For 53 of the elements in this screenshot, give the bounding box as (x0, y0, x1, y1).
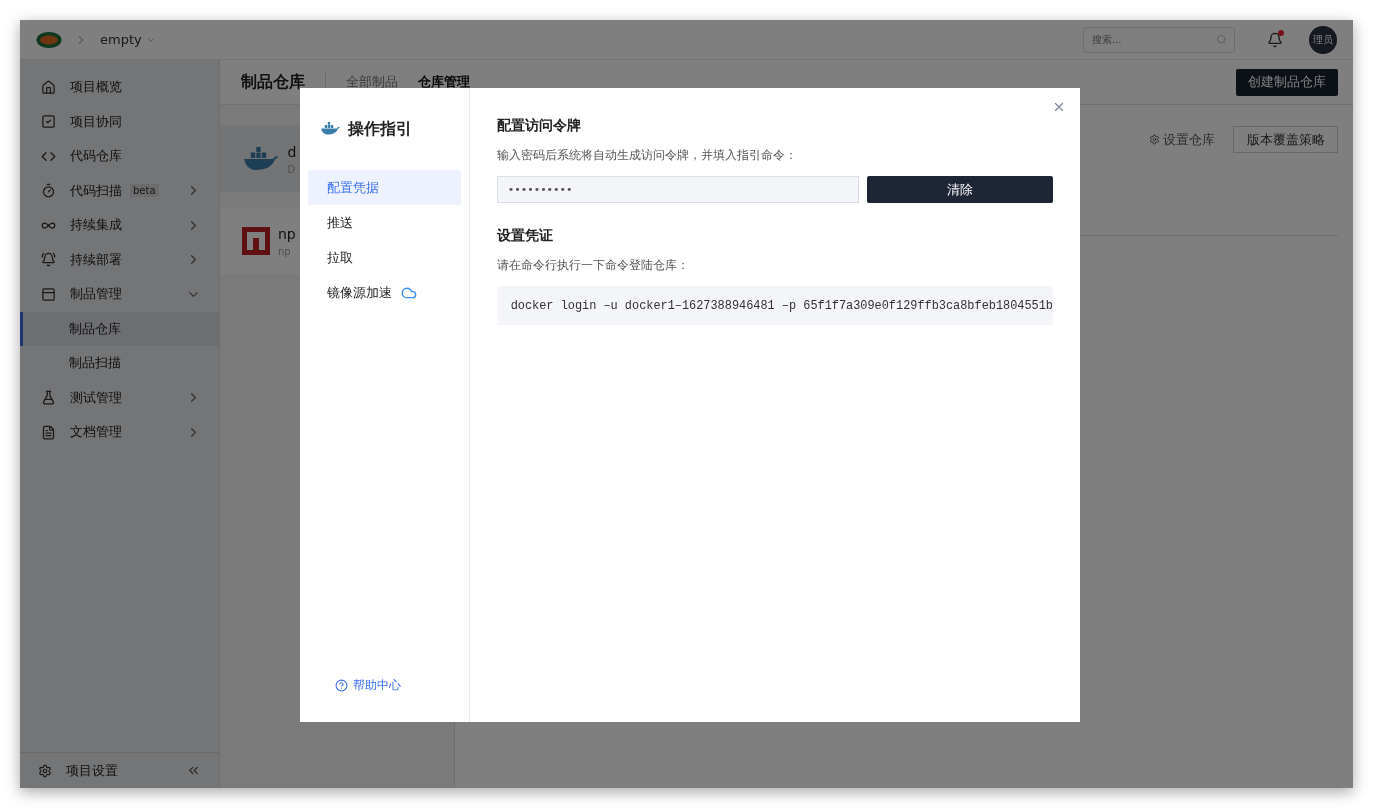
section-title: 配置访问令牌 (496, 117, 582, 135)
repository-name: d (287, 143, 297, 160)
whale-icon (242, 146, 280, 172)
tab[interactable]: 全部制品 (346, 73, 398, 91)
menu-icon (41, 183, 56, 199)
menu-icon (41, 390, 56, 406)
gear-icon (1149, 134, 1160, 145)
section-description: 请在命令行执行一下命令登陆仓库： (496, 257, 690, 274)
notification-icon[interactable] (1267, 31, 1283, 48)
sidebar-item[interactable]: 项目概览 (20, 70, 219, 105)
search-field[interactable]: 搜索... (1083, 26, 1235, 53)
menu-icon (41, 286, 56, 302)
overwrite-policy-button[interactable]: 版本覆盖策略 (1233, 126, 1338, 153)
sidebar-item[interactable]: 测试管理 (20, 380, 219, 415)
help-center-link[interactable]: 帮助中心 (335, 677, 461, 694)
command-block: docker login –u docker1–1627388946481 –p 65f1f7a309e0f129ffb3ca8bfeb1804551b (496, 286, 1053, 325)
menu-icon (41, 114, 56, 130)
npm-logo-icon (242, 227, 270, 255)
tab[interactable]: 仓库管理 (418, 73, 470, 91)
project-settings-label[interactable]: 项目设置 (66, 761, 118, 780)
whale-icon (320, 122, 341, 136)
section-title: 设置凭证 (496, 227, 554, 245)
sidebar-item[interactable]: 制品管理 (20, 277, 219, 312)
sidebar-item[interactable]: 代码仓库 (20, 139, 219, 174)
create-repository-button[interactable]: 创建制品仓库 (1236, 68, 1338, 96)
close-icon (1052, 100, 1066, 114)
sidebar-subitem[interactable]: 制品仓库 (20, 311, 219, 346)
guide-nav-item[interactable]: 拉取 (308, 240, 461, 275)
repository-name: np (278, 225, 296, 242)
beta-tag: beta (130, 184, 159, 198)
logo-icon[interactable] (36, 30, 62, 49)
menu-icon (41, 424, 56, 440)
guide-nav-item[interactable]: 配置凭据 (308, 170, 461, 205)
settings-icon[interactable] (38, 763, 52, 778)
project-switcher[interactable]: empty (100, 32, 156, 47)
guide-nav-item[interactable]: 镜像源加速 (308, 275, 461, 310)
section-description: 输入密码后系统将自动生成访问令牌，并填入指引命令： (496, 147, 798, 164)
guide-nav-item[interactable]: 推送 (308, 205, 461, 240)
sidebar-subitem[interactable]: 制品扫描 (20, 346, 219, 381)
sidebar-item[interactable]: 代码扫描 beta (20, 173, 219, 208)
search-icon (1216, 33, 1227, 45)
user-avatar[interactable]: 理员 (1309, 25, 1337, 54)
sidebar-item[interactable]: 项目协同 (20, 104, 219, 139)
password-field[interactable]: •••••••••• (496, 176, 859, 203)
clear-button[interactable]: 清除 (866, 176, 1053, 203)
menu-icon (41, 252, 56, 268)
help-icon (335, 679, 348, 692)
sidebar-item[interactable]: 文档管理 (20, 415, 219, 450)
sidebar-item[interactable]: 持续部署 (20, 242, 219, 277)
repository-settings-link[interactable]: 设置仓库 (1149, 130, 1215, 149)
dialog-title: 操作指引 (348, 118, 413, 140)
sidebar-item[interactable]: 持续集成 (20, 208, 219, 243)
menu-icon (41, 79, 56, 95)
